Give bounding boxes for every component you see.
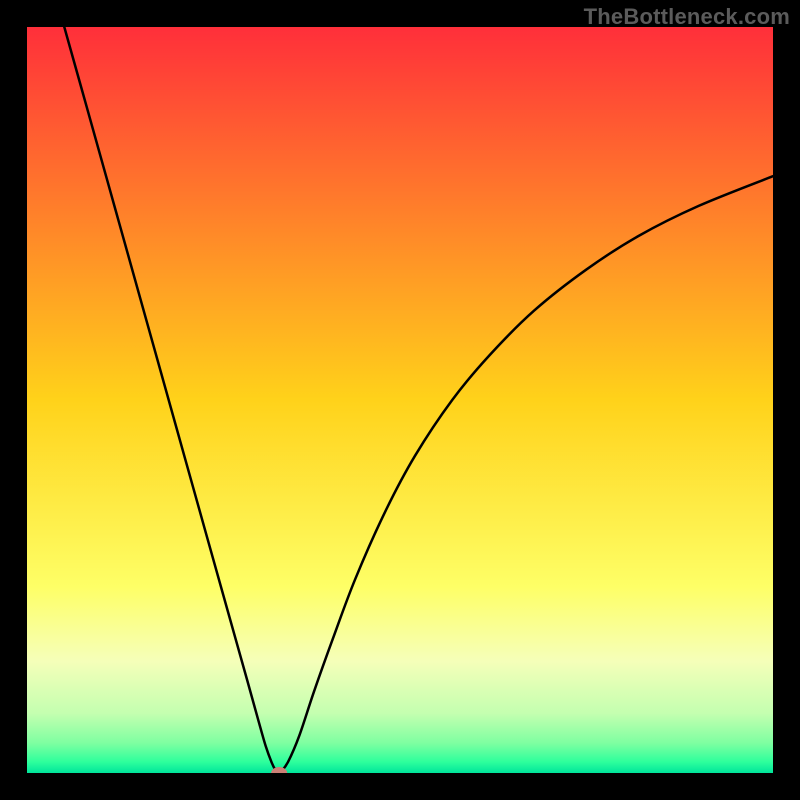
plot-svg xyxy=(27,27,773,773)
plot-area xyxy=(27,27,773,773)
gradient-background xyxy=(27,27,773,773)
chart-frame: TheBottleneck.com xyxy=(0,0,800,800)
